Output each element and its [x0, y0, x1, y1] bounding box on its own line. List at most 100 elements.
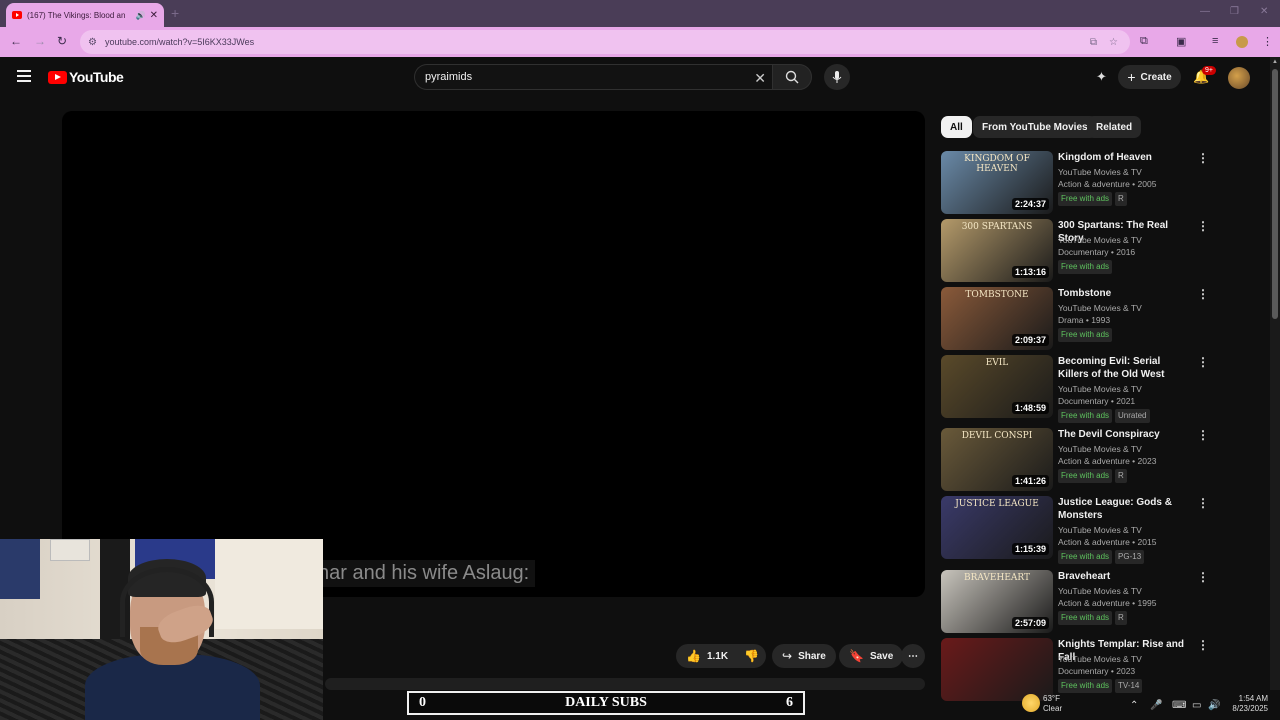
maximize-icon[interactable]: ❐ [1230, 6, 1239, 17]
back-icon[interactable]: ← [10, 34, 22, 48]
new-tab-icon[interactable]: + [171, 5, 179, 21]
extensions-icon[interactable]: ⧉ [1140, 35, 1148, 48]
search-button[interactable] [772, 64, 812, 90]
like-count[interactable]: 1.1K [707, 651, 728, 662]
rec-meta: Action & adventure • 1995 [1058, 598, 1157, 608]
rec-channel[interactable]: YouTube Movies & TV [1058, 653, 1142, 665]
recommendation-item[interactable]: DEVIL CONSPI 1:41:26 The Devil Conspirac… [941, 428, 1211, 492]
save-button[interactable]: 🔖 Save [839, 644, 904, 668]
search-input[interactable]: pyraimids ✕ [414, 64, 772, 90]
rec-channel[interactable]: YouTube Movies & TV [1058, 166, 1142, 178]
url-text[interactable]: youtube.com/watch?v=5I6KX33JWes [105, 37, 1090, 47]
rec-more-icon[interactable]: ⋮ [1197, 355, 1209, 369]
rec-title[interactable]: Braveheart [1058, 570, 1190, 583]
rec-thumbnail[interactable]: BRAVEHEART 2:57:09 [941, 570, 1053, 633]
rec-thumbnail[interactable]: TOMBSTONE 2:09:37 [941, 287, 1053, 350]
audio-playing-icon[interactable]: 🔊 [136, 11, 146, 20]
rec-thumbnail[interactable]: KINGDOM OF HEAVEN 2:24:37 [941, 151, 1053, 214]
rec-thumbnail-text: BRAVEHEART [963, 573, 1031, 583]
install-app-icon[interactable]: ⧉ [1090, 37, 1097, 48]
rec-channel[interactable]: YouTube Movies & TV [1058, 234, 1142, 246]
forward-icon[interactable]: → [34, 34, 46, 48]
chip-from-youtube-movies[interactable]: From YouTube Movies [973, 116, 1097, 138]
menu-hamburger-icon[interactable] [17, 70, 31, 82]
address-bar[interactable]: ⚙ youtube.com/watch?v=5I6KX33JWes ⧉ ☆ [80, 30, 1130, 54]
reload-icon[interactable]: ↻ [57, 34, 67, 48]
rec-more-icon[interactable]: ⋮ [1197, 638, 1209, 652]
rec-thumbnail[interactable]: EVIL 1:48:59 [941, 355, 1053, 418]
rec-title[interactable]: Tombstone [1058, 287, 1190, 300]
recommendation-item[interactable]: JUSTICE LEAGUE 1:15:39 Justice League: G… [941, 496, 1211, 564]
premium-icon[interactable]: ✦ [1096, 69, 1107, 85]
rec-thumbnail[interactable]: 300 SPARTANS 1:13:16 [941, 219, 1053, 282]
tab-close-icon[interactable]: ✕ [150, 10, 158, 21]
create-button[interactable]: + Create [1118, 65, 1181, 89]
chip-all[interactable]: All [941, 116, 972, 138]
browser-tab[interactable]: (167) The Vikings: Blood an 🔊 ✕ [6, 3, 164, 27]
rec-channel[interactable]: YouTube Movies & TV [1058, 443, 1142, 455]
site-info-icon[interactable]: ⚙ [88, 37, 97, 48]
minimize-icon[interactable]: — [1200, 6, 1210, 17]
rec-duration: 1:13:16 [1011, 266, 1049, 278]
rec-channel[interactable]: YouTube Movies & TV [1058, 383, 1142, 395]
rec-more-icon[interactable]: ⋮ [1197, 570, 1209, 584]
rec-more-icon[interactable]: ⋮ [1197, 219, 1209, 233]
rec-channel[interactable]: YouTube Movies & TV [1058, 524, 1142, 536]
rec-duration: 2:24:37 [1011, 198, 1049, 210]
rec-title[interactable]: Kingdom of Heaven [1058, 151, 1190, 164]
recommendation-item[interactable]: KINGDOM OF HEAVEN 2:24:37 Kingdom of Hea… [941, 151, 1211, 215]
like-dislike-group: 👍 1.1K 👎 [676, 644, 766, 668]
tray-keyboard-icon[interactable]: ⌨ [1172, 700, 1186, 711]
taskbar-clock[interactable]: 1:54 AM 8/23/2025 [1226, 694, 1268, 714]
browser-menu-icon[interactable]: ⋮ [1262, 35, 1273, 48]
tray-chevron-icon[interactable]: ⌃ [1130, 700, 1138, 711]
like-icon[interactable]: 👍 [686, 649, 701, 663]
rec-badges: Free with ads [1058, 328, 1115, 342]
weather-sun-icon[interactable] [1022, 694, 1040, 712]
recommendation-item[interactable]: EVIL 1:48:59 Becoming Evil: Serial Kille… [941, 355, 1211, 423]
recommendation-item[interactable]: 300 SPARTANS 1:13:16 300 Spartans: The R… [941, 219, 1211, 283]
rec-thumbnail[interactable] [941, 638, 1053, 701]
split-view-icon[interactable]: ▣ [1176, 35, 1186, 48]
account-avatar[interactable] [1228, 67, 1250, 89]
recommendation-item[interactable]: BRAVEHEART 2:57:09 Braveheart YouTube Mo… [941, 570, 1211, 634]
reading-list-icon[interactable]: ≡ [1212, 35, 1218, 47]
rec-title[interactable]: Becoming Evil: Serial Killers of the Old… [1058, 355, 1190, 381]
rec-channel[interactable]: YouTube Movies & TV [1058, 585, 1142, 597]
more-actions-button[interactable]: ⋯ [901, 644, 925, 668]
recommendation-item[interactable]: TOMBSTONE 2:09:37 Tombstone YouTube Movi… [941, 287, 1211, 351]
dislike-icon[interactable]: 👎 [744, 649, 759, 663]
tray-volume-icon[interactable]: 🔊 [1208, 700, 1220, 711]
profile-avatar-icon[interactable] [1236, 36, 1248, 48]
chip-related[interactable]: Related [1087, 116, 1142, 138]
scrollbar-thumb[interactable] [1272, 69, 1278, 319]
description-box[interactable] [325, 678, 925, 690]
rec-title[interactable]: Justice League: Gods & Monsters [1058, 496, 1190, 522]
clear-search-icon[interactable]: ✕ [754, 70, 766, 87]
weather-widget[interactable]: 63°F Clear [1043, 694, 1062, 714]
rec-meta: Documentary • 2023 [1058, 666, 1136, 676]
rec-channel[interactable]: YouTube Movies & TV [1058, 302, 1142, 314]
webcam-bright-wall [215, 539, 323, 629]
youtube-logo[interactable]: YouTube [48, 69, 124, 85]
rec-more-icon[interactable]: ⋮ [1197, 428, 1209, 442]
rec-thumbnail[interactable]: JUSTICE LEAGUE 1:15:39 [941, 496, 1053, 559]
tray-display-icon[interactable]: ▭ [1192, 700, 1201, 711]
rec-title[interactable]: The Devil Conspiracy [1058, 428, 1190, 441]
page-scrollbar[interactable]: ▲ [1270, 57, 1280, 690]
video-player[interactable]: nar and his wife Aslaug: [62, 111, 925, 597]
rec-more-icon[interactable]: ⋮ [1197, 496, 1209, 510]
rec-more-icon[interactable]: ⋮ [1197, 151, 1209, 165]
youtube-play-logo-icon [48, 70, 67, 84]
rec-thumbnail[interactable]: DEVIL CONSPI 1:41:26 [941, 428, 1053, 491]
scroll-up-arrow-icon[interactable]: ▲ [1272, 59, 1278, 65]
share-button[interactable]: ↪ Share [772, 644, 836, 668]
recommendation-item[interactable]: Knights Templar: Rise and Fall YouTube M… [941, 638, 1211, 702]
voice-search-button[interactable] [824, 64, 850, 90]
tray-mic-icon[interactable]: 🎤 [1150, 700, 1162, 711]
browser-toolbar: ← → ↻ ⚙ youtube.com/watch?v=5I6KX33JWes … [0, 27, 1280, 57]
webcam-overlay [0, 539, 323, 720]
rec-more-icon[interactable]: ⋮ [1197, 287, 1209, 301]
window-close-icon[interactable]: ✕ [1260, 6, 1268, 17]
bookmark-star-icon[interactable]: ☆ [1109, 37, 1118, 48]
